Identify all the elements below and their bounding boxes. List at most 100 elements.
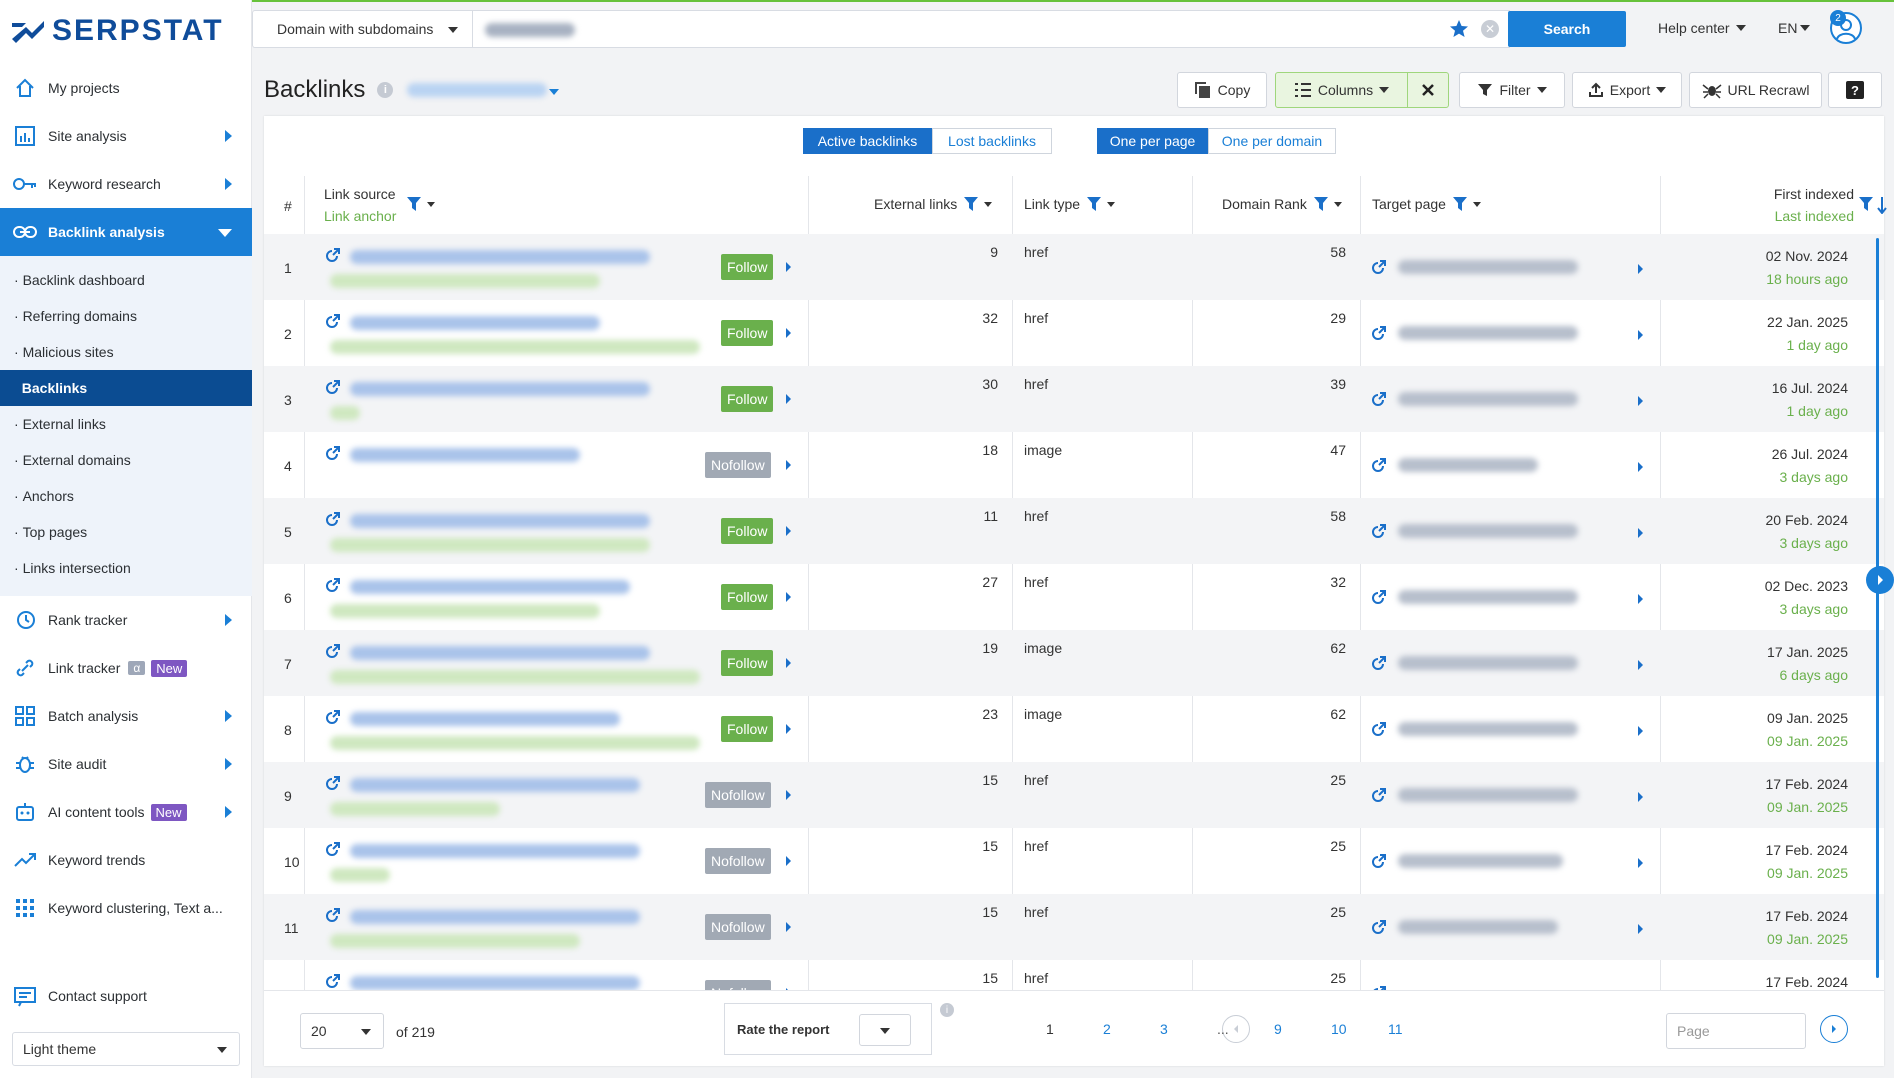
open-link-icon[interactable] <box>326 974 340 990</box>
info-icon[interactable]: i <box>377 82 394 98</box>
open-link-icon[interactable] <box>1372 788 1386 805</box>
page-link-10[interactable]: 10 <box>1331 1021 1347 1037</box>
domain-search-input[interactable]: ✕ <box>472 10 1510 48</box>
expand-arrow-icon[interactable] <box>1638 792 1643 802</box>
language-menu[interactable]: EN <box>1778 20 1811 36</box>
target-page-url[interactable] <box>1398 326 1578 340</box>
target-page-url[interactable] <box>1398 656 1578 670</box>
project-domain-select[interactable] <box>403 77 563 103</box>
open-link-icon[interactable] <box>1372 854 1386 871</box>
open-link-icon[interactable] <box>1372 458 1386 475</box>
expand-arrow-icon[interactable] <box>1638 264 1643 274</box>
nav-backlink-analysis[interactable]: Backlink analysis <box>0 208 252 256</box>
page-size-select[interactable]: 20 <box>300 1013 384 1049</box>
page-link-2[interactable]: 2 <box>1103 1021 1111 1037</box>
link-source-url[interactable] <box>350 910 640 924</box>
col-link-source[interactable]: Link source Link anchor <box>324 186 396 224</box>
target-page-url[interactable] <box>1398 722 1578 736</box>
expand-arrow-icon[interactable] <box>1638 726 1643 736</box>
link-source-filter[interactable] <box>406 196 436 215</box>
page-link-1[interactable]: 1 <box>1046 1021 1054 1037</box>
serpstat-logo[interactable]: SERPSTAT <box>12 14 224 48</box>
star-icon[interactable] <box>1449 19 1469 42</box>
nav-batch-analysis[interactable]: Batch analysis <box>0 692 252 740</box>
tab-lost-backlinks[interactable]: Lost backlinks <box>932 128 1052 154</box>
open-link-icon[interactable] <box>326 446 340 463</box>
sub-malicious-sites[interactable]: · Malicious sites <box>0 334 252 370</box>
page-input[interactable]: Page <box>1666 1013 1806 1049</box>
nav-keyword-research[interactable]: Keyword research <box>0 160 252 208</box>
sub-backlink-dashboard[interactable]: · Backlink dashboard <box>0 262 252 298</box>
link-source-url[interactable] <box>350 514 650 528</box>
page-link-11[interactable]: 11 <box>1388 1021 1403 1037</box>
help-button[interactable]: ? <box>1828 72 1882 108</box>
copy-button[interactable]: Copy <box>1177 72 1267 108</box>
open-link-icon[interactable] <box>326 710 340 727</box>
nav-keyword-trends[interactable]: Keyword trends <box>0 836 252 884</box>
link-source-url[interactable] <box>350 646 650 660</box>
search-button[interactable]: Search <box>1508 11 1626 47</box>
columns-button[interactable]: Columns <box>1275 72 1408 108</box>
expand-arrow-icon[interactable] <box>1638 396 1643 406</box>
link-source-url[interactable] <box>350 778 640 792</box>
link-source-url[interactable] <box>350 250 650 264</box>
open-link-icon[interactable] <box>326 908 340 925</box>
nav-keyword-clustering[interactable]: Keyword clustering, Text a... <box>0 884 252 932</box>
scroll-right-button[interactable] <box>1866 566 1894 594</box>
tab-active-backlinks[interactable]: Active backlinks <box>803 128 932 154</box>
col-first-indexed[interactable]: First indexed Last indexed <box>1694 186 1854 224</box>
expand-arrow-icon[interactable] <box>786 526 791 536</box>
sub-external-domains[interactable]: · External domains <box>0 442 252 478</box>
url-recrawl-button[interactable]: URL Recrawl <box>1689 72 1822 108</box>
open-link-icon[interactable] <box>1372 260 1386 277</box>
link-source-url[interactable] <box>350 580 630 594</box>
col-domain-rank[interactable]: Domain Rank <box>1222 196 1343 212</box>
nav-link-tracker[interactable]: Link tracker α New <box>0 644 252 692</box>
nav-site-analysis[interactable]: Site analysis <box>0 112 252 160</box>
table-scrollbar[interactable] <box>1876 238 1879 978</box>
col-target-page[interactable]: Target page <box>1372 196 1482 212</box>
col-external-links[interactable]: External links <box>874 196 993 212</box>
target-page-url[interactable] <box>1398 260 1578 274</box>
clear-icon[interactable]: ✕ <box>1481 20 1499 38</box>
sub-backlinks[interactable]: Backlinks <box>0 370 252 406</box>
expand-arrow-icon[interactable] <box>1638 858 1643 868</box>
sub-anchors[interactable]: · Anchors <box>0 478 252 514</box>
domain-scope-select[interactable]: Domain with subdomains <box>252 10 472 48</box>
nav-rank-tracker[interactable]: Rank tracker <box>0 596 252 644</box>
target-page-url[interactable] <box>1398 590 1578 604</box>
expand-arrow-icon[interactable] <box>786 328 791 338</box>
target-page-url[interactable] <box>1398 524 1578 538</box>
open-link-icon[interactable] <box>1372 326 1386 343</box>
next-page-button[interactable] <box>1820 1015 1848 1043</box>
first-indexed-sort[interactable] <box>1858 196 1888 217</box>
target-page-url[interactable] <box>1398 788 1578 802</box>
open-link-icon[interactable] <box>326 578 340 595</box>
link-source-url[interactable] <box>350 976 640 990</box>
filter-button[interactable]: Filter <box>1459 72 1565 108</box>
tab-one-per-domain[interactable]: One per domain <box>1208 128 1336 154</box>
expand-arrow-icon[interactable] <box>786 724 791 734</box>
expand-arrow-icon[interactable] <box>786 592 791 602</box>
sub-links-intersection[interactable]: · Links intersection <box>0 550 252 586</box>
expand-arrow-icon[interactable] <box>1638 594 1643 604</box>
nav-ai-content-tools[interactable]: AI content tools New <box>0 788 252 836</box>
export-button[interactable]: Export <box>1572 72 1682 108</box>
target-page-url[interactable] <box>1398 458 1538 472</box>
sub-external-links[interactable]: · External links <box>0 406 252 442</box>
open-link-icon[interactable] <box>1372 656 1386 673</box>
theme-select[interactable]: Light theme <box>12 1032 240 1066</box>
expand-arrow-icon[interactable] <box>786 790 791 800</box>
expand-arrow-icon[interactable] <box>1638 528 1643 538</box>
tab-one-per-page[interactable]: One per page <box>1097 128 1208 154</box>
link-source-url[interactable] <box>350 382 650 396</box>
expand-arrow-icon[interactable] <box>1638 462 1643 472</box>
sub-referring-domains[interactable]: · Referring domains <box>0 298 252 334</box>
link-source-url[interactable] <box>350 844 640 858</box>
target-page-url[interactable] <box>1398 854 1563 868</box>
columns-reset-button[interactable] <box>1407 72 1449 108</box>
open-link-icon[interactable] <box>1372 524 1386 541</box>
link-source-url[interactable] <box>350 712 620 726</box>
expand-arrow-icon[interactable] <box>786 262 791 272</box>
sub-top-pages[interactable]: · Top pages <box>0 514 252 550</box>
